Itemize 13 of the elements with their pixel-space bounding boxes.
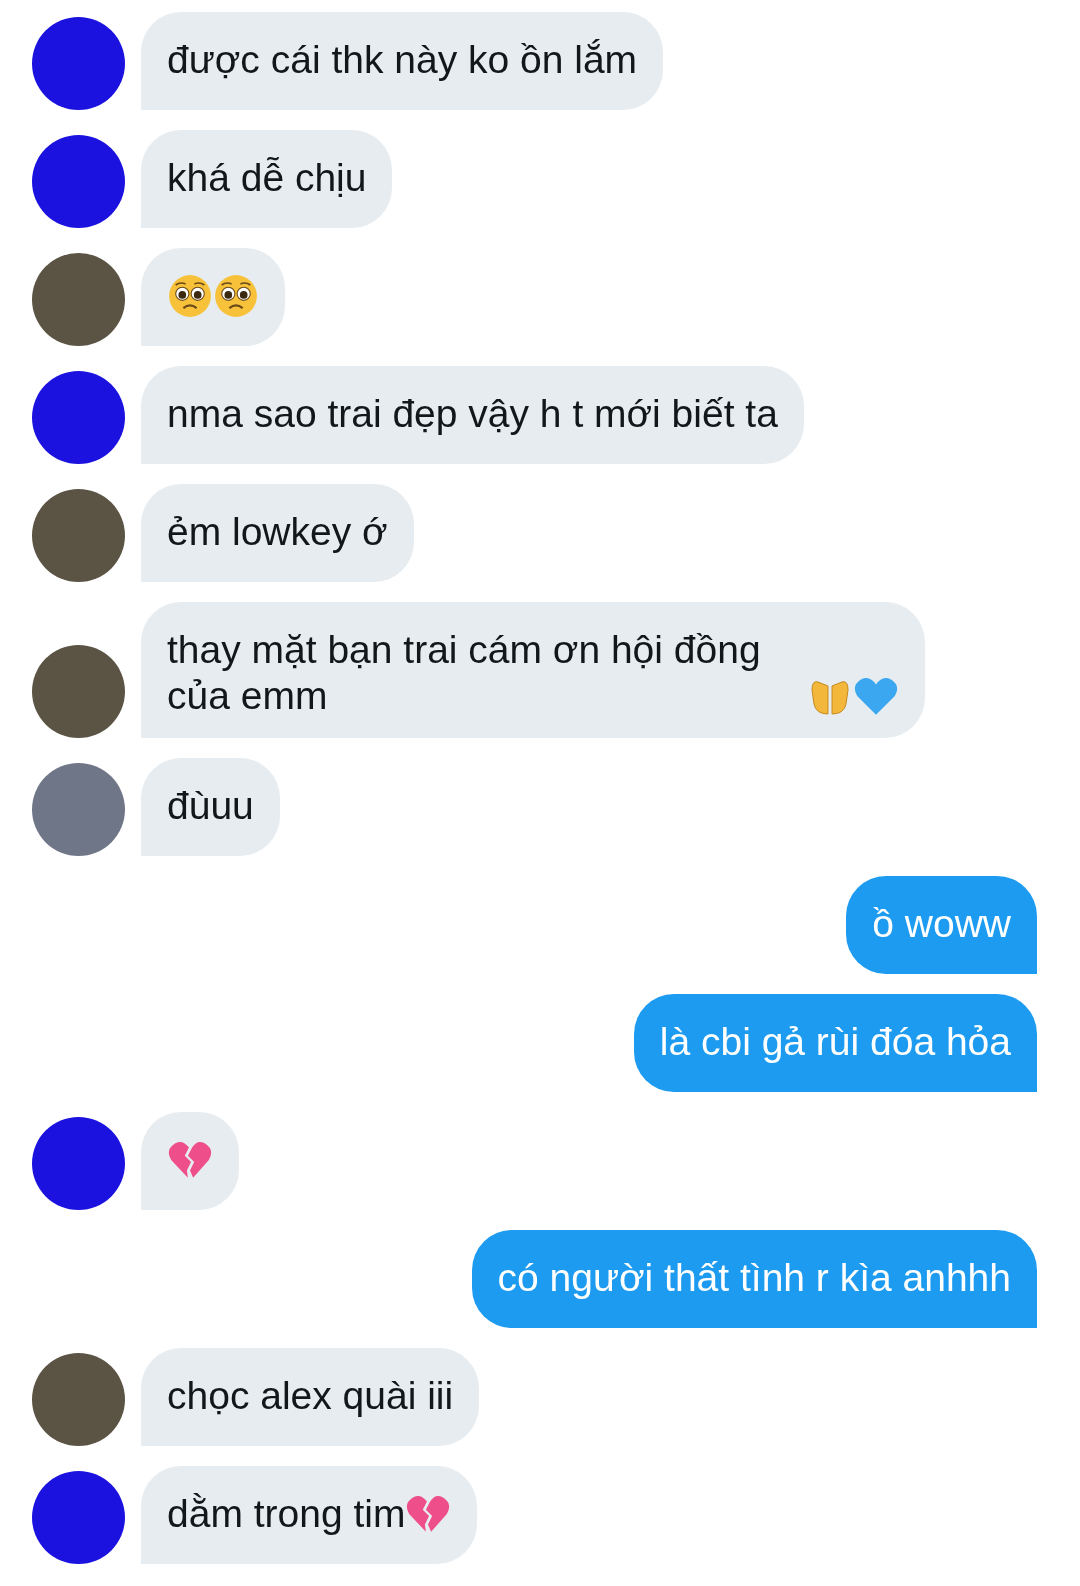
message-text: dằm trong tim <box>167 1491 406 1537</box>
pleading-face-icon <box>213 274 259 318</box>
message-text: thay mặt bạn trai cám ơn hội đồng của emm <box>167 627 762 719</box>
message-text: nma sao trai đẹp vậy h t mới biết ta <box>167 391 778 437</box>
message-text: ẻm lowkey ớ <box>167 509 388 555</box>
message-text: đùuu <box>167 783 254 829</box>
message-text: chọc alex quài iii <box>167 1373 454 1419</box>
message-text: có người thất tình r kìa anhhh <box>497 1255 1011 1301</box>
pleading-face-icon <box>167 274 213 318</box>
message-text: khá dễ chịu <box>167 155 367 201</box>
message-text: là cbi gả rùi đóa hỏa <box>659 1019 1011 1065</box>
message-text: ồ woww <box>872 901 1011 947</box>
message-text: được cái thk này ko ồn lắm <box>167 37 638 83</box>
